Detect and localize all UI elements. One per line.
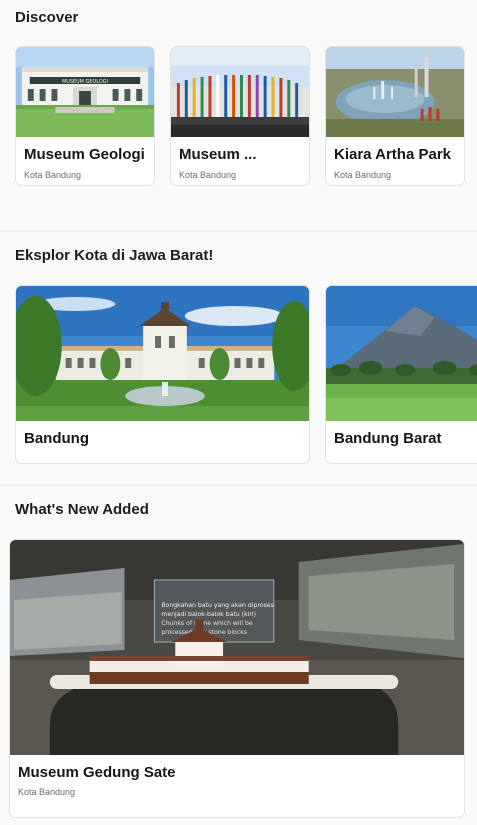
- discover-card-location: Kota Bandung: [334, 170, 392, 180]
- discover-card-location: Kota Bandung: [179, 170, 237, 180]
- kiara-artha-park-image: [326, 47, 464, 137]
- museum-geologi-signage: MUSEUM GEOLOGI: [62, 79, 108, 85]
- city-card-title: Bandung: [24, 430, 89, 447]
- bandung-image: [16, 286, 309, 421]
- image-caption-line: Bongkahan batu yang akan diproses: [161, 602, 273, 609]
- museum-asia-afrika-image: [171, 47, 309, 137]
- discover-card-title: Kiara Artha Park: [334, 146, 451, 163]
- new-card-museum-gedung-sate[interactable]: Bongkahan batu yang akan diproses menjad…: [9, 539, 465, 818]
- image-caption-line: Chunks of stone which will be: [161, 620, 253, 627]
- city-card-title: Bandung Barat: [334, 430, 442, 447]
- museum-geologi-image: MUSEUM GEOLOGI: [16, 47, 154, 137]
- discover-section: Discover MUSEUM GEOLOGI Museum Geologi K…: [0, 0, 477, 230]
- museum-gedung-sate-image: Bongkahan batu yang akan diproses menjad…: [10, 540, 464, 755]
- discover-card-kiara-artha-park[interactable]: Kiara Artha Park Kota Bandung: [325, 46, 465, 186]
- discover-card-title: Museum Geologi: [24, 146, 145, 163]
- discover-title: Discover: [15, 9, 79, 26]
- new-card-location: Kota Bandung: [18, 787, 76, 797]
- discover-card-location: Kota Bandung: [24, 170, 82, 180]
- discover-card-museum[interactable]: Museum ... Kota Bandung: [170, 46, 310, 186]
- bandung-barat-image: [326, 286, 477, 421]
- city-card-bandung-barat[interactable]: Bandung Barat: [325, 285, 477, 464]
- discover-card-title: Museum ...: [179, 146, 257, 163]
- whats-new-section: What's New Added Bongkahan batu yang aka…: [0, 486, 477, 825]
- explore-title: Eksplor Kota di Jawa Barat!: [15, 247, 214, 264]
- city-card-bandung[interactable]: Bandung: [15, 285, 310, 464]
- explore-section: Eksplor Kota di Jawa Barat! Bandung Band…: [0, 232, 477, 484]
- image-caption-line: menjadi balok-balok batu (kiri): [161, 611, 256, 618]
- discover-card-museum-geologi[interactable]: MUSEUM GEOLOGI Museum Geologi Kota Bandu…: [15, 46, 155, 186]
- new-card-title: Museum Gedung Sate: [18, 764, 176, 781]
- whats-new-title: What's New Added: [15, 501, 149, 518]
